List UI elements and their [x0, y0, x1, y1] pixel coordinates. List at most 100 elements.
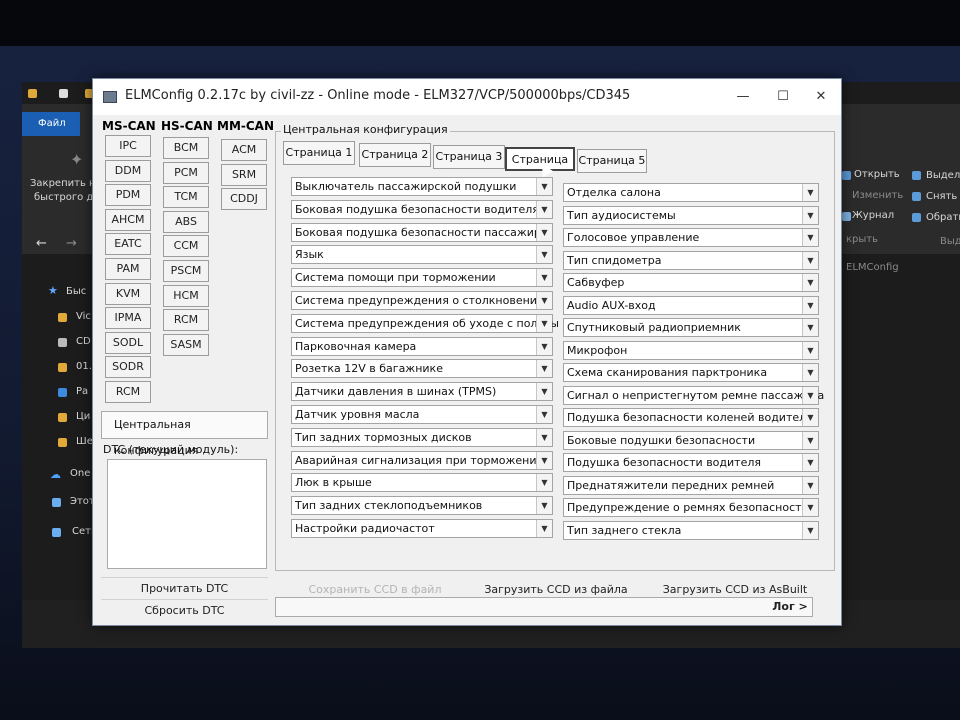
dropdown-arrow-icon[interactable]: ▼: [802, 454, 818, 471]
module-button[interactable]: PAM: [105, 258, 151, 280]
dropdown-arrow-icon[interactable]: ▼: [536, 292, 552, 309]
config-select[interactable]: Розетка 12V в багажнике ▼: [291, 359, 553, 379]
module-button[interactable]: AHCM: [105, 208, 151, 231]
config-select[interactable]: Схема сканирования парктроника ▼: [563, 363, 819, 382]
config-select[interactable]: Выключатель пассажирской подушки ▼: [291, 177, 553, 196]
tree-quick-access[interactable]: Быс: [66, 286, 86, 297]
config-select[interactable]: Тип спидометра ▼: [563, 250, 819, 270]
dropdown-arrow-icon[interactable]: ▼: [802, 364, 818, 381]
tree-item[interactable]: Ра: [76, 386, 88, 397]
ribbon-journal[interactable]: Журнал: [852, 210, 894, 221]
dropdown-arrow-icon[interactable]: ▼: [802, 521, 818, 539]
forward-arrow-icon[interactable]: →: [66, 236, 77, 251]
config-select[interactable]: Система помощи при торможении ▼: [291, 268, 553, 288]
dropdown-arrow-icon[interactable]: ▼: [536, 520, 552, 537]
dropdown-arrow-icon[interactable]: ▼: [802, 229, 818, 246]
dropdown-arrow-icon[interactable]: ▼: [536, 200, 552, 218]
module-button[interactable]: KVM: [105, 282, 151, 305]
dtc-list[interactable]: [107, 459, 267, 569]
tab-page-2[interactable]: Страница 2: [359, 143, 431, 167]
config-select[interactable]: Тип задних стеклоподъемников ▼: [291, 496, 553, 516]
module-button[interactable]: PSCM: [163, 260, 209, 282]
config-select[interactable]: Парковочная камера ▼: [291, 336, 553, 356]
dropdown-arrow-icon[interactable]: ▼: [536, 269, 552, 287]
dropdown-arrow-icon[interactable]: ▼: [536, 246, 552, 264]
dropdown-arrow-icon[interactable]: ▼: [536, 178, 552, 195]
config-select[interactable]: Боковая подушка безопасности водителя ▼: [291, 199, 553, 219]
dropdown-arrow-icon[interactable]: ▼: [802, 409, 818, 426]
tree-onedrive[interactable]: One: [70, 468, 90, 479]
module-button[interactable]: SRM: [221, 163, 267, 186]
dropdown-arrow-icon[interactable]: ▼: [536, 360, 552, 378]
module-button[interactable]: SASM: [163, 333, 209, 356]
config-select[interactable]: Датчик уровня масла ▼: [291, 405, 553, 424]
config-select[interactable]: Люк в крыше ▼: [291, 473, 553, 493]
config-select[interactable]: Боковые подушки безопасности ▼: [563, 430, 819, 450]
config-select[interactable]: Отделка салона ▼: [563, 183, 819, 202]
module-button[interactable]: HCM: [163, 284, 209, 307]
dropdown-arrow-icon[interactable]: ▼: [802, 251, 818, 269]
module-button[interactable]: IPC: [105, 135, 151, 157]
dropdown-arrow-icon[interactable]: ▼: [802, 184, 818, 201]
config-select[interactable]: Тип задних тормозных дисков ▼: [291, 427, 553, 447]
module-button[interactable]: DDM: [105, 159, 151, 182]
module-button[interactable]: TCM: [163, 186, 209, 209]
tree-item[interactable]: CD: [76, 336, 91, 347]
central-config-module-button[interactable]: Центральная конфигурация: [101, 411, 268, 457]
dropdown-arrow-icon[interactable]: ▼: [802, 341, 818, 359]
config-select[interactable]: Сигнал о непристегнутом ремне пассажира ▼: [563, 385, 824, 405]
dropdown-arrow-icon[interactable]: ▼: [802, 386, 818, 404]
dropdown-arrow-icon[interactable]: ▼: [802, 319, 818, 336]
config-select[interactable]: Датчики давления в шинах (TPMS) ▼: [291, 382, 553, 402]
dropdown-arrow-icon[interactable]: ▼: [536, 474, 552, 492]
ribbon-open[interactable]: Открыть: [854, 169, 900, 180]
config-select[interactable]: Тип заднего стекла ▼: [563, 520, 819, 540]
config-select[interactable]: Тип аудиосистемы ▼: [563, 205, 819, 225]
ribbon-deselect[interactable]: Снять в: [926, 191, 960, 202]
dropdown-arrow-icon[interactable]: ▼: [802, 274, 818, 291]
config-select[interactable]: Голосовое управление ▼: [563, 228, 819, 247]
module-button[interactable]: CCM: [163, 235, 209, 258]
minimize-button[interactable]: —: [723, 79, 763, 115]
module-button[interactable]: SODR: [105, 356, 151, 379]
config-select[interactable]: Сабвуфер ▼: [563, 273, 819, 292]
module-button[interactable]: PDM: [105, 184, 151, 207]
ribbon-select[interactable]: Выделі: [926, 170, 960, 181]
module-button[interactable]: RCM: [105, 381, 151, 403]
explorer-file-tab[interactable]: Файл: [22, 112, 80, 136]
tab-page-3[interactable]: Страница 3: [433, 145, 505, 169]
module-button[interactable]: ACM: [221, 139, 267, 161]
config-select[interactable]: Система предупреждения о столкновении ▼: [291, 291, 553, 310]
config-select[interactable]: Аварийная сигнализация при торможении ▼: [291, 450, 553, 470]
tab-page-1[interactable]: Страница 1: [283, 141, 355, 165]
tree-item[interactable]: 01.: [76, 361, 92, 372]
config-select[interactable]: Микрофон ▼: [563, 340, 819, 360]
config-select[interactable]: Подушка безопасности водителя ▼: [563, 453, 819, 472]
dropdown-arrow-icon[interactable]: ▼: [802, 296, 818, 314]
config-select[interactable]: Язык ▼: [291, 245, 553, 265]
config-select[interactable]: Предупреждение о ремнях безопасности ▼: [563, 498, 819, 517]
dropdown-arrow-icon[interactable]: ▼: [536, 428, 552, 446]
dropdown-arrow-icon[interactable]: ▼: [536, 497, 552, 515]
module-button[interactable]: BCM: [163, 137, 209, 159]
config-select[interactable]: Система предупреждения об уходе с полосы…: [291, 313, 559, 333]
tree-item[interactable]: Vic: [76, 311, 91, 322]
tree-item[interactable]: Ци: [76, 411, 90, 422]
back-arrow-icon[interactable]: ←: [36, 236, 47, 251]
module-button[interactable]: SODL: [105, 331, 151, 354]
dropdown-arrow-icon[interactable]: ▼: [536, 451, 552, 469]
read-dtc-button[interactable]: Прочитать DTC: [101, 577, 268, 599]
dropdown-arrow-icon[interactable]: ▼: [536, 406, 552, 423]
maximize-button[interactable]: ☐: [763, 79, 803, 115]
module-button[interactable]: CDDJ: [221, 188, 267, 211]
tree-item[interactable]: Ше: [76, 436, 93, 447]
reset-dtc-button[interactable]: Сбросить DTC: [101, 599, 268, 621]
log-button[interactable]: Лог >: [765, 597, 815, 617]
config-select[interactable]: Настройки радиочастот ▼: [291, 519, 553, 538]
module-button[interactable]: IPMA: [105, 307, 151, 330]
ribbon-invert[interactable]: Обрати: [926, 212, 960, 223]
module-button[interactable]: PCM: [163, 161, 209, 184]
config-select[interactable]: Спутниковый радиоприемник ▼: [563, 318, 819, 337]
config-select[interactable]: Подушка безопасности коленей водителя ▼: [563, 408, 819, 427]
module-button[interactable]: EATC: [105, 233, 151, 256]
